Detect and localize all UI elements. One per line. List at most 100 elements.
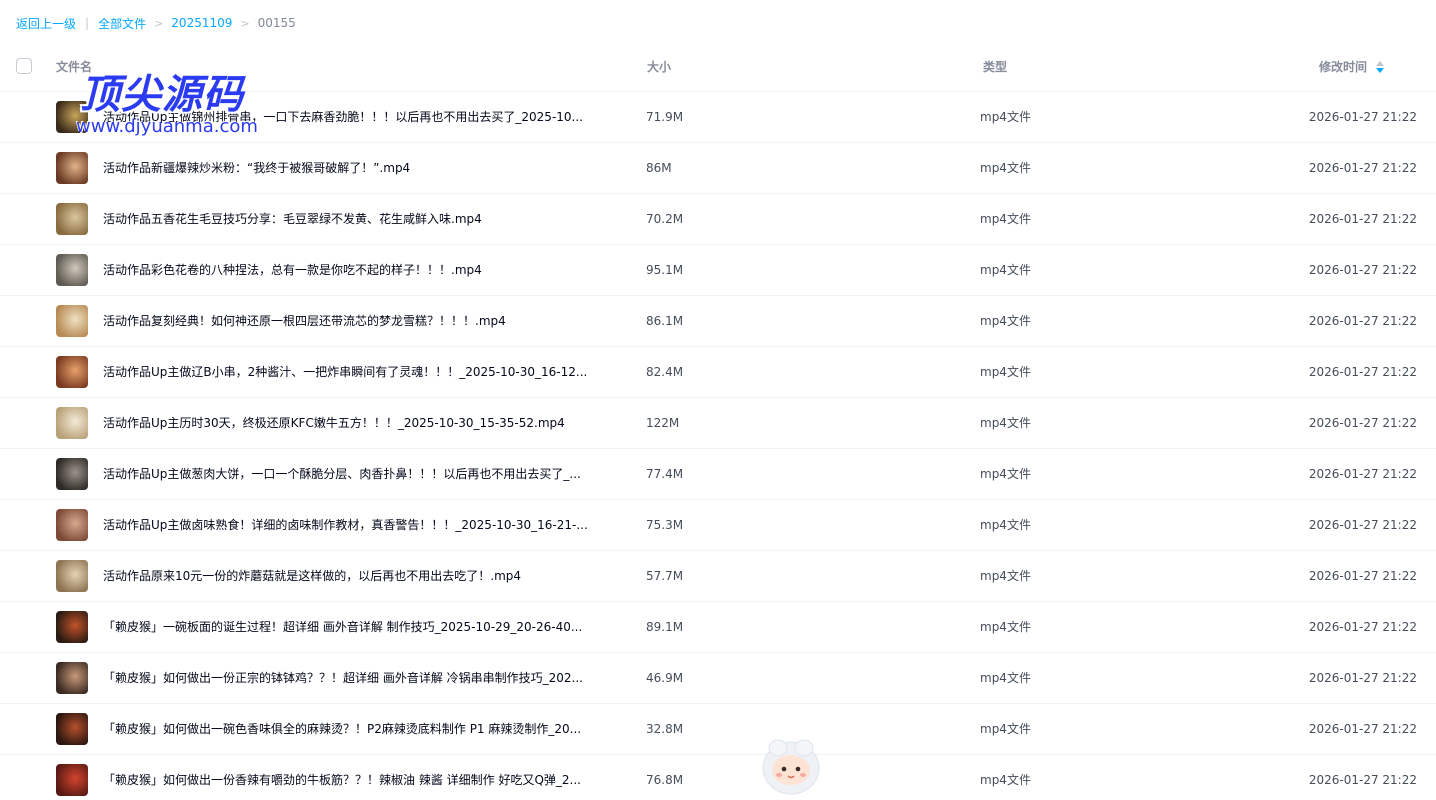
table-row[interactable]: 活动作品Up主做葱肉大饼，一口一个酥脆分层、肉香扑鼻！！！以后再也不用出去买了_… — [0, 449, 1436, 500]
table-row[interactable]: 活动作品Up主做锦州排骨串，一口下去麻香劲脆！！！以后再也不用出去买了_2025… — [0, 92, 1436, 143]
file-type: mp4文件 — [980, 416, 1031, 430]
file-size: 32.8M — [646, 722, 684, 736]
breadcrumb-divider: | — [85, 16, 90, 30]
table-row[interactable]: 「赖皮猴」如何做出一份香辣有嚼劲的牛板筋？？！辣椒油 辣酱 详细制作 好吃又Q弹… — [0, 755, 1436, 800]
file-type: mp4文件 — [980, 314, 1031, 328]
file-type: mp4文件 — [980, 773, 1031, 787]
file-name[interactable]: 「赖皮猴」一碗板面的诞生过程！超详细 画外音详解 制作技巧_2025-10-29… — [103, 602, 582, 652]
file-type: mp4文件 — [980, 161, 1031, 175]
column-header-size[interactable]: 大小 — [647, 42, 671, 92]
table-row[interactable]: 「赖皮猴」一碗板面的诞生过程！超详细 画外音详解 制作技巧_2025-10-29… — [0, 602, 1436, 653]
breadcrumb-all-files[interactable]: 全部文件 — [98, 15, 146, 32]
breadcrumb: 返回上一级 | 全部文件 > 20251109 > 00155 — [16, 14, 296, 32]
video-thumbnail[interactable] — [56, 254, 88, 286]
video-thumbnail[interactable] — [56, 407, 88, 439]
file-modified-time: 2026-01-27 21:22 — [1308, 212, 1417, 226]
breadcrumb-folder[interactable]: 20251109 — [171, 16, 232, 30]
column-header-modified[interactable]: 修改时间 — [1319, 42, 1367, 92]
sort-descending-icon[interactable] — [1376, 61, 1384, 73]
file-modified-time: 2026-01-27 21:22 — [1308, 416, 1417, 430]
file-size: 86.1M — [646, 314, 684, 328]
video-thumbnail[interactable] — [56, 611, 88, 643]
file-name[interactable]: 活动作品彩色花卷的八种捏法，总有一款是你吃不起的样子！！！.mp4 — [103, 245, 482, 295]
file-modified-time: 2026-01-27 21:22 — [1308, 110, 1417, 124]
file-size: 70.2M — [646, 212, 684, 226]
file-size: 86M — [646, 161, 672, 175]
video-thumbnail[interactable] — [56, 152, 88, 184]
video-thumbnail[interactable] — [56, 713, 88, 745]
file-modified-time: 2026-01-27 21:22 — [1308, 518, 1417, 532]
table-header: 文件名 大小 类型 修改时间 — [0, 42, 1436, 92]
file-name[interactable]: 活动作品Up主历时30天，终极还原KFC嫩牛五方！！！_2025-10-30_1… — [103, 398, 565, 448]
file-name[interactable]: 活动作品复刻经典！如何神还原一根四层还带流芯的梦龙雪糕？！！！.mp4 — [103, 296, 506, 346]
file-size: 75.3M — [646, 518, 684, 532]
assistant-mascot-icon[interactable] — [758, 732, 824, 798]
file-type: mp4文件 — [980, 671, 1031, 685]
table-row[interactable]: 活动作品新疆爆辣炒米粉：“我终于被猴哥破解了！”.mp4 86M mp4文件 2026… — [0, 143, 1436, 194]
file-type: mp4文件 — [980, 263, 1031, 277]
file-type: mp4文件 — [980, 620, 1031, 634]
table-row[interactable]: 活动作品Up主做辽B小串，2种酱汁、一把炸串瞬间有了灵魂！！！_2025-10-… — [0, 347, 1436, 398]
chevron-right-icon: > — [240, 16, 250, 30]
table-row[interactable]: 活动作品彩色花卷的八种捏法，总有一款是你吃不起的样子！！！.mp4 95.1M mp… — [0, 245, 1436, 296]
file-type: mp4文件 — [980, 722, 1031, 736]
file-type: mp4文件 — [980, 365, 1031, 379]
select-all-checkbox[interactable] — [16, 58, 32, 74]
video-thumbnail[interactable] — [56, 662, 88, 694]
file-name[interactable]: 活动作品Up主做锦州排骨串，一口下去麻香劲脆！！！以后再也不用出去买了_2025… — [103, 92, 583, 142]
chevron-right-icon: > — [154, 16, 164, 30]
file-name[interactable]: 「赖皮猴」如何做出一碗色香味俱全的麻辣烫？！P2麻辣烫底料制作 P1 麻辣烫制作… — [103, 704, 581, 754]
file-name[interactable]: 活动作品五香花生毛豆技巧分享：毛豆翠绿不发黄、花生咸鲜入味.mp4 — [103, 194, 482, 244]
file-modified-time: 2026-01-27 21:22 — [1308, 671, 1417, 685]
video-thumbnail[interactable] — [56, 509, 88, 541]
file-name[interactable]: 活动作品Up主做葱肉大饼，一口一个酥脆分层、肉香扑鼻！！！以后再也不用出去买了_… — [103, 449, 581, 499]
column-header-name[interactable]: 文件名 — [56, 42, 92, 92]
file-name[interactable]: 活动作品新疆爆辣炒米粉：“我终于被猴哥破解了！”.mp4 — [103, 143, 410, 193]
video-thumbnail[interactable] — [56, 458, 88, 490]
file-type: mp4文件 — [980, 518, 1031, 532]
video-thumbnail[interactable] — [56, 305, 88, 337]
file-modified-time: 2026-01-27 21:22 — [1308, 161, 1417, 175]
file-type: mp4文件 — [980, 569, 1031, 583]
file-size: 82.4M — [646, 365, 684, 379]
back-link[interactable]: 返回上一级 — [16, 15, 76, 32]
table-row[interactable]: 活动作品Up主历时30天，终极还原KFC嫩牛五方！！！_2025-10-30_1… — [0, 398, 1436, 449]
table-row[interactable]: 「赖皮猴」如何做出一碗色香味俱全的麻辣烫？！P2麻辣烫底料制作 P1 麻辣烫制作… — [0, 704, 1436, 755]
file-name[interactable]: 活动作品Up主做辽B小串，2种酱汁、一把炸串瞬间有了灵魂！！！_2025-10-… — [103, 347, 587, 397]
table-row[interactable]: 活动作品五香花生毛豆技巧分享：毛豆翠绿不发黄、花生咸鲜入味.mp4 70.2M mp… — [0, 194, 1436, 245]
file-size: 57.7M — [646, 569, 684, 583]
file-size: 89.1M — [646, 620, 684, 634]
breadcrumb-current: 00155 — [257, 16, 296, 30]
file-list: 活动作品Up主做锦州排骨串，一口下去麻香劲脆！！！以后再也不用出去买了_2025… — [0, 92, 1436, 800]
file-size: 122M — [646, 416, 680, 430]
video-thumbnail[interactable] — [56, 203, 88, 235]
video-thumbnail[interactable] — [56, 560, 88, 592]
video-thumbnail[interactable] — [56, 764, 88, 796]
column-header-type[interactable]: 类型 — [983, 42, 1007, 92]
file-type: mp4文件 — [980, 110, 1031, 124]
file-modified-time: 2026-01-27 21:22 — [1308, 569, 1417, 583]
file-size: 77.4M — [646, 467, 684, 481]
file-size: 95.1M — [646, 263, 684, 277]
video-thumbnail[interactable] — [56, 356, 88, 388]
file-size: 71.9M — [646, 110, 684, 124]
file-type: mp4文件 — [980, 467, 1031, 481]
file-modified-time: 2026-01-27 21:22 — [1308, 722, 1417, 736]
video-thumbnail[interactable] — [56, 101, 88, 133]
file-type: mp4文件 — [980, 212, 1031, 226]
file-size: 76.8M — [646, 773, 684, 787]
table-row[interactable]: 「赖皮猴」如何做出一份正宗的钵钵鸡？？！超详细 画外音详解 冷锅串串制作技巧_2… — [0, 653, 1436, 704]
file-name[interactable]: 「赖皮猴」如何做出一份香辣有嚼劲的牛板筋？？！辣椒油 辣酱 详细制作 好吃又Q弹… — [103, 755, 581, 800]
file-modified-time: 2026-01-27 21:22 — [1308, 620, 1417, 634]
file-modified-time: 2026-01-27 21:22 — [1308, 263, 1417, 277]
file-modified-time: 2026-01-27 21:22 — [1308, 314, 1417, 328]
file-name[interactable]: 「赖皮猴」如何做出一份正宗的钵钵鸡？？！超详细 画外音详解 冷锅串串制作技巧_2… — [103, 653, 583, 703]
table-row[interactable]: 活动作品复刻经典！如何神还原一根四层还带流芯的梦龙雪糕？！！！.mp4 86.1M… — [0, 296, 1436, 347]
file-modified-time: 2026-01-27 21:22 — [1308, 773, 1417, 787]
file-modified-time: 2026-01-27 21:22 — [1308, 365, 1417, 379]
file-size: 46.9M — [646, 671, 684, 685]
file-name[interactable]: 活动作品Up主做卤味熟食！详细的卤味制作教材，真香警告！！！_2025-10-3… — [103, 500, 588, 550]
table-row[interactable]: 活动作品Up主做卤味熟食！详细的卤味制作教材，真香警告！！！_2025-10-3… — [0, 500, 1436, 551]
table-row[interactable]: 活动作品原来10元一份的炸蘑菇就是这样做的，以后再也不用出去吃了！.mp4 57.… — [0, 551, 1436, 602]
file-name[interactable]: 活动作品原来10元一份的炸蘑菇就是这样做的，以后再也不用出去吃了！.mp4 — [103, 551, 521, 601]
